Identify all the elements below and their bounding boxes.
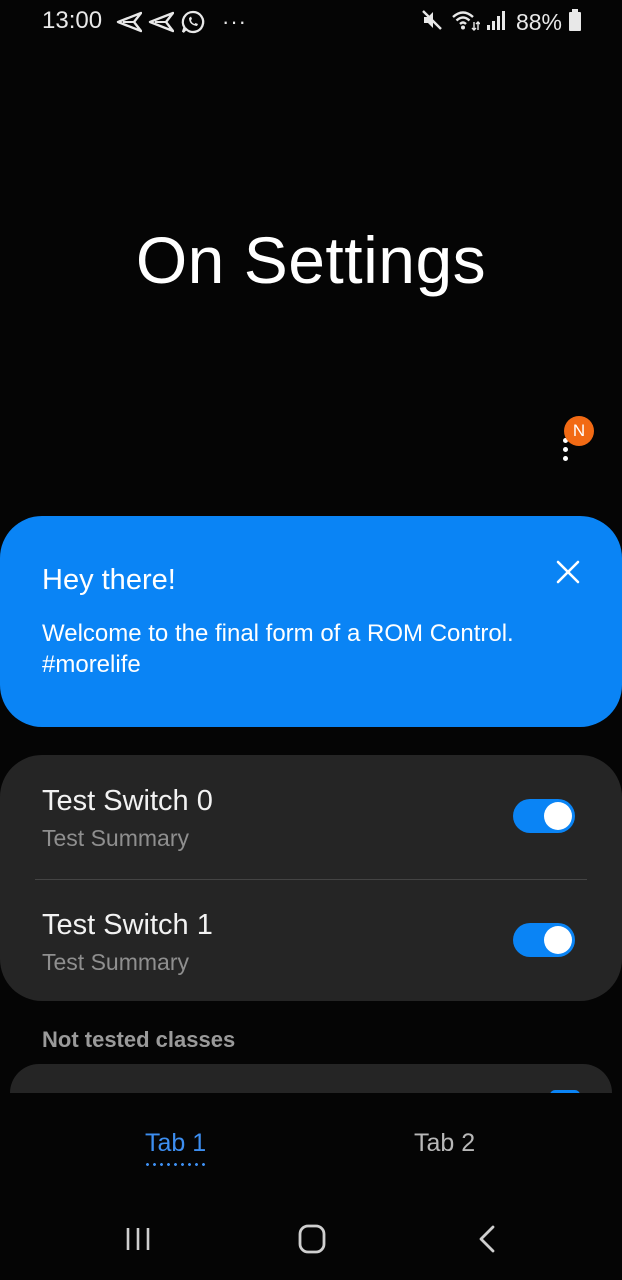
switch-row-test-switch-1[interactable]: Test Switch 1 Test Summary bbox=[0, 879, 622, 1002]
switch-summary: Test Summary bbox=[42, 949, 189, 975]
toggle-switch[interactable] bbox=[513, 923, 575, 957]
close-button[interactable] bbox=[548, 552, 588, 592]
whatsapp-icon bbox=[180, 9, 206, 35]
switch-summary: Test Summary bbox=[42, 825, 189, 851]
switch-list-card: Test Switch 0 Test Summary Test Switch 1… bbox=[0, 755, 622, 1001]
status-bar: 13:00 ··· 88% bbox=[0, 0, 622, 44]
notification-badge: N bbox=[564, 416, 594, 446]
next-card-peek bbox=[10, 1064, 612, 1093]
welcome-message: Welcome to the final form of a ROM Contr… bbox=[42, 620, 514, 678]
recents-button[interactable] bbox=[120, 1221, 160, 1257]
wifi-icon bbox=[450, 8, 481, 37]
battery-icon bbox=[568, 8, 582, 37]
toggle-switch[interactable] bbox=[513, 799, 575, 833]
tab-2[interactable]: Tab 2 bbox=[414, 1129, 475, 1158]
navigation-bar bbox=[0, 1193, 622, 1280]
recents-icon bbox=[126, 1228, 150, 1250]
status-time: 13:00 bbox=[42, 7, 103, 34]
switch-row-test-switch-0[interactable]: Test Switch 0 Test Summary bbox=[0, 755, 622, 878]
back-button[interactable] bbox=[470, 1221, 510, 1257]
mute-icon bbox=[420, 8, 444, 37]
signal-icon bbox=[486, 9, 506, 36]
switch-title: Test Switch 0 bbox=[42, 785, 213, 817]
section-header: Not tested classes bbox=[42, 1027, 236, 1052]
send-icon bbox=[116, 11, 142, 33]
more-horizontal-icon: ··· bbox=[222, 9, 247, 34]
status-left-icons: ··· bbox=[116, 9, 247, 35]
tab-selected-indicator bbox=[144, 1163, 207, 1166]
welcome-title: Hey there! bbox=[42, 564, 176, 596]
status-right-icons: 88% bbox=[420, 8, 582, 37]
page-title: On Settings bbox=[135, 223, 487, 297]
more-vertical-icon bbox=[563, 438, 568, 465]
toggle-knob bbox=[544, 802, 572, 830]
switch-title: Test Switch 1 bbox=[42, 909, 213, 941]
tab-1[interactable]: Tab 1 bbox=[145, 1129, 206, 1158]
home-button[interactable] bbox=[292, 1221, 332, 1257]
send-icon bbox=[148, 11, 174, 33]
tab-bar: Tab 1 Tab 2 bbox=[0, 1093, 622, 1193]
welcome-card: Hey there! Welcome to the final form of … bbox=[0, 516, 622, 727]
home-icon bbox=[298, 1224, 326, 1254]
battery-percent: 88% bbox=[515, 9, 562, 35]
toggle-knob bbox=[544, 926, 572, 954]
back-icon bbox=[479, 1225, 495, 1253]
close-icon bbox=[556, 560, 580, 584]
